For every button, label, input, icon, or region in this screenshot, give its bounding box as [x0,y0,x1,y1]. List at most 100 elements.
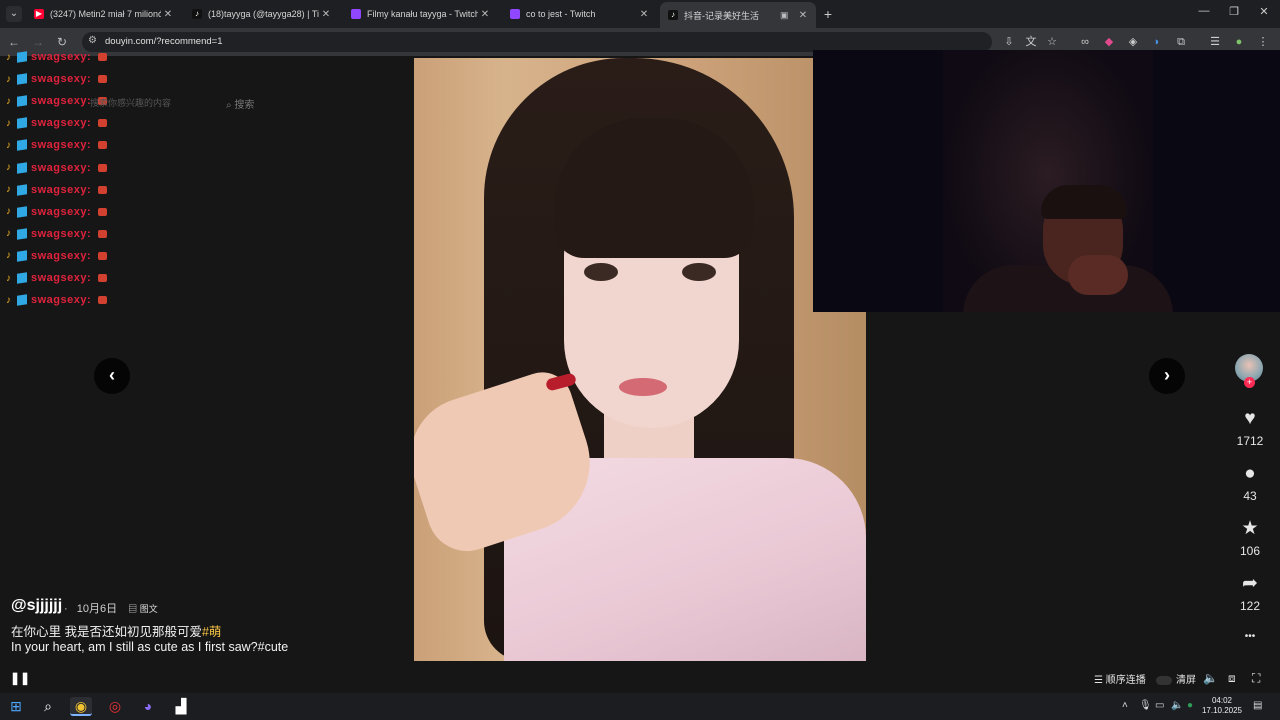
post-type-label: 图文 [139,604,158,614]
capcut-taskbar-icon[interactable]: ▟ [170,697,192,716]
tab-youtube[interactable]: ▶ (3247) Metin2 miał 7 milionów ✕ [26,3,181,25]
music-note-icon: ♪ [6,228,11,240]
cube-badge-icon [17,95,27,107]
extension-diamond-icon[interactable]: ◈ [1126,35,1140,49]
post-meta: · 10月6日 ▤ 图文 [64,600,158,616]
tab-title: (3247) Metin2 miał 7 milionów [50,9,161,19]
youtube-icon: ▶ [34,9,44,19]
restore-button[interactable]: ❐ [1220,5,1248,18]
reload-button[interactable]: ↻ [54,35,70,49]
author-name[interactable]: @sjjjjjj [11,597,62,615]
close-tab-icon[interactable]: ✕ [796,10,810,21]
bookmark-star-icon[interactable]: ☆ [1045,35,1059,49]
comment-count: 43 [1243,489,1257,503]
tab-media-icon[interactable]: ▣ [780,10,792,21]
close-tab-icon[interactable]: ✕ [319,9,333,20]
tab-title: 抖音-记录美好生活 [684,10,759,21]
prev-button[interactable]: ‹ [94,358,130,394]
emote-icon [98,119,108,128]
discord-taskbar-icon[interactable]: ◕ [137,697,159,716]
post-image[interactable] [414,58,866,661]
share-icon: ➦ [1242,573,1258,594]
search-button[interactable]: ⌕ 搜索 [226,96,254,111]
search-icon[interactable]: ⌕ [37,697,59,716]
chat-message: ♪ swagsexy: [6,227,108,241]
obs-taskbar-icon[interactable]: ◎ [104,697,126,716]
search-input[interactable]: 搜索你感兴趣的内容 [90,98,171,108]
like-count: 1712 [1236,434,1264,448]
clear-screen-toggle[interactable]: 清屏 [1156,671,1196,686]
notification-icon[interactable]: ▤ [1253,700,1262,711]
reading-list-icon[interactable]: ☰ [1208,35,1222,49]
translate-icon[interactable]: 文 [1024,35,1038,49]
emote-icon [98,296,108,305]
hashtag-link[interactable]: #萌 [202,625,221,639]
tray-overflow-icon[interactable]: ˄ [1122,700,1128,711]
post-date: 10月6日 [76,603,118,615]
search-box[interactable]: 搜索你感兴趣的内容 ⌕ 搜索 [90,96,265,112]
follow-plus-icon[interactable]: + [1244,377,1255,388]
heart-icon: ♥ [1244,408,1256,429]
minimize-button[interactable]: — [1190,5,1218,17]
extension-audio-icon[interactable]: ◗ [1150,35,1164,49]
forward-button[interactable]: → [30,35,46,49]
music-note-icon: ♪ [6,272,11,284]
install-app-icon[interactable]: ⇩ [1002,35,1016,49]
extension-shield-icon[interactable]: ◆ [1102,35,1116,49]
favorite-action[interactable]: ★ 106 [1230,518,1270,558]
chrome-taskbar-icon[interactable]: ◉ [70,697,92,716]
tab-title: co to jest - Twitch [526,9,596,19]
app-tray-icon[interactable]: ● [1187,700,1193,711]
next-button[interactable]: › [1149,358,1185,394]
meta-separator: · [64,603,68,615]
fullscreen-icon[interactable]: ⛶ [1252,671,1260,686]
more-action[interactable]: ••• [1230,626,1270,648]
picture-in-picture-icon[interactable]: ⧈ [1228,671,1236,686]
tab-twitch-coto[interactable]: co to jest - Twitch ✕ [502,3,657,25]
music-note-icon: ♪ [6,73,11,85]
back-button[interactable]: ← [6,35,22,49]
douyin-page: ♪ swagsexy: ♪ swagsexy: ♪ swagsexy: ♪ swagsexy:… [0,50,1280,693]
extensions-puzzle-icon[interactable]: ⧉ [1174,35,1188,49]
emote-icon [98,141,108,150]
chat-username: swagsexy: [31,139,92,152]
tab-tiktok[interactable]: ♪ (18)tayyga (@tayyga28) | TikTok ✕ [184,3,339,25]
autoplay-toggle[interactable]: ☰ 顺序连播 [1094,671,1146,686]
tab-douyin[interactable]: ♪ 抖音-记录美好生活 ▣ ✕ [660,2,816,28]
close-window-button[interactable]: ✕ [1250,5,1278,18]
like-action[interactable]: ♥ 1712 [1230,408,1270,448]
close-tab-icon[interactable]: ✕ [478,9,492,20]
volume-icon[interactable]: 🔈 [1203,671,1218,685]
tab-twitch-videos[interactable]: Filmy kanału tayyga - Twitch ✕ [343,3,498,25]
browser-menu-icon[interactable]: ⋮ [1256,35,1270,49]
chat-message: ♪ swagsexy: [6,72,108,86]
emote-icon [98,274,108,282]
tab-search-button[interactable]: ⌄ [6,6,22,22]
cube-badge-icon [17,117,27,129]
autoplay-label: 顺序连播 [1105,675,1146,686]
music-note-icon: ♪ [6,206,11,218]
profile-avatar-icon[interactable]: ● [1232,35,1246,49]
network-icon[interactable]: ▭ [1155,700,1164,711]
windows-start-icon[interactable]: ⊞ [5,697,27,716]
pause-button[interactable]: ❚❚ [10,671,30,685]
chat-username: swagsexy: [31,272,92,284]
close-tab-icon[interactable]: ✕ [637,9,651,20]
site-info-icon[interactable]: ⚙ [88,35,97,46]
close-tab-icon[interactable]: ✕ [161,9,175,20]
chat-message: ♪ swagsexy: [6,205,108,219]
clock[interactable]: 04:02 17.10.2025 [1198,696,1246,716]
tab-strip: ⌄ ▶ (3247) Metin2 miał 7 milionów ✕ ♪ (1… [0,0,1280,28]
chat-message: ♪ swagsexy: [6,183,108,197]
twitch-icon [351,9,361,19]
new-tab-button[interactable]: + [820,6,836,22]
speaker-icon[interactable]: 🔈 [1171,700,1183,711]
address-bar[interactable]: ⚙ douyin.com/?recommend=1 [82,32,992,52]
extension-glasses-icon[interactable]: ∞ [1078,35,1092,49]
emote-icon [98,163,108,172]
toggle-switch[interactable] [1156,675,1172,685]
cube-badge-icon [17,183,27,196]
share-action[interactable]: ➦ 122 [1230,573,1270,613]
microphone-icon[interactable]: 🎙 [1139,700,1152,711]
comment-action[interactable]: ● 43 [1230,463,1270,503]
